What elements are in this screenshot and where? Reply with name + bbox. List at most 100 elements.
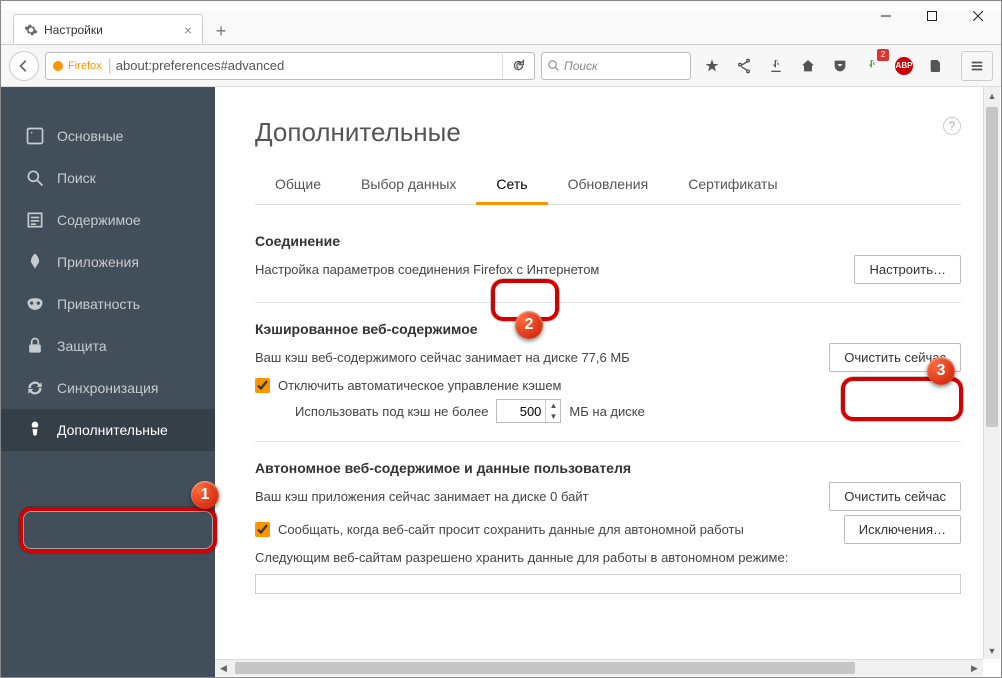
abp-button[interactable]: ABP <box>889 51 919 81</box>
general-icon <box>25 126 45 146</box>
offline-exceptions-button[interactable]: Исключения… <box>844 515 961 544</box>
offline-notify-checkbox[interactable] <box>255 522 270 537</box>
maximize-button[interactable] <box>909 1 955 30</box>
tab-certificates[interactable]: Сертификаты <box>668 166 797 204</box>
evernote-button[interactable] <box>921 51 951 81</box>
sync-icon <box>25 378 45 398</box>
clear-offline-button[interactable]: Очистить сейчас <box>829 482 961 511</box>
tabstrip: Настройки × + <box>1 11 1001 45</box>
cache-limit-prefix: Использовать под кэш не более <box>295 404 488 419</box>
search-icon <box>548 60 560 72</box>
gear-icon <box>24 23 38 37</box>
sidebar-item-sync[interactable]: Синхронизация <box>1 367 215 409</box>
clear-cache-button[interactable]: Очистить сейчас <box>829 343 961 372</box>
override-cache-label: Отключить автоматическое управление кэше… <box>278 378 562 393</box>
advanced-icon <box>25 420 45 440</box>
tab-data-choices[interactable]: Выбор данных <box>341 166 476 204</box>
main-panel: ? Дополнительные Общие Выбор данных Сеть… <box>215 87 1001 677</box>
vertical-scrollbar[interactable]: ▲ ▼ <box>983 87 1000 659</box>
sidebar-item-label: Защита <box>57 338 107 354</box>
url-bar[interactable]: Firefox | about:preferences#advanced <box>45 52 535 80</box>
tab-network[interactable]: Сеть <box>476 166 547 205</box>
sidebar-item-search[interactable]: Поиск <box>1 157 215 199</box>
divider <box>255 302 961 303</box>
connection-settings-button[interactable]: Настроить… <box>854 255 961 284</box>
close-icon[interactable]: × <box>184 22 192 38</box>
cache-limit-spinbox[interactable]: ▲▼ <box>496 399 561 423</box>
offline-status: Ваш кэш приложения сейчас занимает на ди… <box>255 487 829 507</box>
share-icon[interactable] <box>729 51 759 81</box>
sidebar-item-security[interactable]: Защита <box>1 325 215 367</box>
content: Основные Поиск Содержимое Приложения При… <box>1 87 1001 677</box>
titlebar <box>1 1 1001 11</box>
window-controls <box>863 1 1001 30</box>
cache-limit-suffix: МБ на диске <box>569 404 644 419</box>
offline-allowed-label: Следующим веб-сайтам разрешено хранить д… <box>255 548 961 568</box>
sidebar-item-content[interactable]: Содержимое <box>1 199 215 241</box>
sidebar-item-general[interactable]: Основные <box>1 115 215 157</box>
tab-title: Настройки <box>44 23 103 37</box>
sidebar-item-applications[interactable]: Приложения <box>1 241 215 283</box>
pocket-button[interactable] <box>825 51 855 81</box>
offline-sites-list[interactable] <box>255 574 961 594</box>
connection-desc: Настройка параметров соединения Firefox … <box>255 260 854 280</box>
sidebar: Основные Поиск Содержимое Приложения При… <box>1 87 215 677</box>
scroll-up-arrow[interactable]: ▲ <box>984 87 1000 104</box>
home-button[interactable] <box>793 51 823 81</box>
browser-tab[interactable]: Настройки × <box>13 14 203 44</box>
search-bar[interactable]: Поиск <box>541 52 691 80</box>
cache-heading: Кэшированное веб-содержимое <box>255 321 961 337</box>
firefox-icon <box>52 60 64 72</box>
search-placeholder: Поиск <box>564 59 598 73</box>
downloads-button[interactable] <box>761 51 791 81</box>
scroll-down-arrow[interactable]: ▼ <box>984 642 1000 659</box>
reload-button[interactable] <box>502 53 534 79</box>
horizontal-scrollbar[interactable]: ◀ ▶ <box>215 659 983 676</box>
toolbar-icons: 2 ABP <box>697 51 951 81</box>
new-tab-button[interactable]: + <box>207 18 235 44</box>
sidebar-item-privacy[interactable]: Приватность <box>1 283 215 325</box>
identity-box[interactable]: Firefox <box>46 60 108 72</box>
content-icon <box>25 210 45 230</box>
sidebar-item-advanced[interactable]: Дополнительные <box>1 409 215 451</box>
help-button[interactable]: ? <box>943 117 961 135</box>
close-button[interactable] <box>955 1 1001 30</box>
offline-heading: Автономное веб-содержимое и данные польз… <box>255 460 961 476</box>
identity-label: Firefox <box>68 60 102 72</box>
lock-icon <box>25 336 45 356</box>
scroll-thumb[interactable] <box>986 107 998 427</box>
rocket-icon <box>25 252 45 272</box>
connection-heading: Соединение <box>255 233 961 249</box>
scroll-left-arrow[interactable]: ◀ <box>215 660 232 676</box>
url-text: about:preferences#advanced <box>112 58 502 73</box>
advanced-subtabs: Общие Выбор данных Сеть Обновления Серти… <box>255 166 961 205</box>
offline-notify-label: Сообщать, когда веб-сайт просит сохранит… <box>278 522 744 537</box>
back-button[interactable] <box>9 51 39 81</box>
cache-status: Ваш кэш веб-содержимого сейчас занимает … <box>255 348 829 368</box>
override-cache-checkbox[interactable] <box>255 378 270 393</box>
sidebar-item-label: Поиск <box>57 170 96 186</box>
spin-down[interactable]: ▼ <box>546 411 560 422</box>
cache-limit-input[interactable] <box>497 404 545 419</box>
sidebar-item-label: Содержимое <box>57 212 141 228</box>
sidebar-item-label: Синхронизация <box>57 380 158 396</box>
navbar: Firefox | about:preferences#advanced Пои… <box>1 45 1001 87</box>
scroll-thumb[interactable] <box>235 662 855 674</box>
divider <box>255 441 961 442</box>
scroll-right-arrow[interactable]: ▶ <box>966 660 983 676</box>
minimize-button[interactable] <box>863 1 909 30</box>
sidebar-item-label: Приложения <box>57 254 139 270</box>
addon-download-icon[interactable]: 2 <box>857 51 887 81</box>
tab-general[interactable]: Общие <box>255 166 341 204</box>
spin-up[interactable]: ▲ <box>546 400 560 411</box>
mask-icon <box>25 294 45 314</box>
sidebar-item-label: Дополнительные <box>57 422 168 438</box>
download-count-badge: 2 <box>877 49 889 61</box>
bookmark-star-icon[interactable] <box>697 51 727 81</box>
menu-button[interactable] <box>961 51 993 81</box>
sidebar-item-label: Основные <box>57 128 123 144</box>
tab-update[interactable]: Обновления <box>548 166 669 204</box>
sidebar-item-label: Приватность <box>57 296 140 312</box>
search-icon <box>25 168 45 188</box>
page-title: Дополнительные <box>255 117 961 148</box>
